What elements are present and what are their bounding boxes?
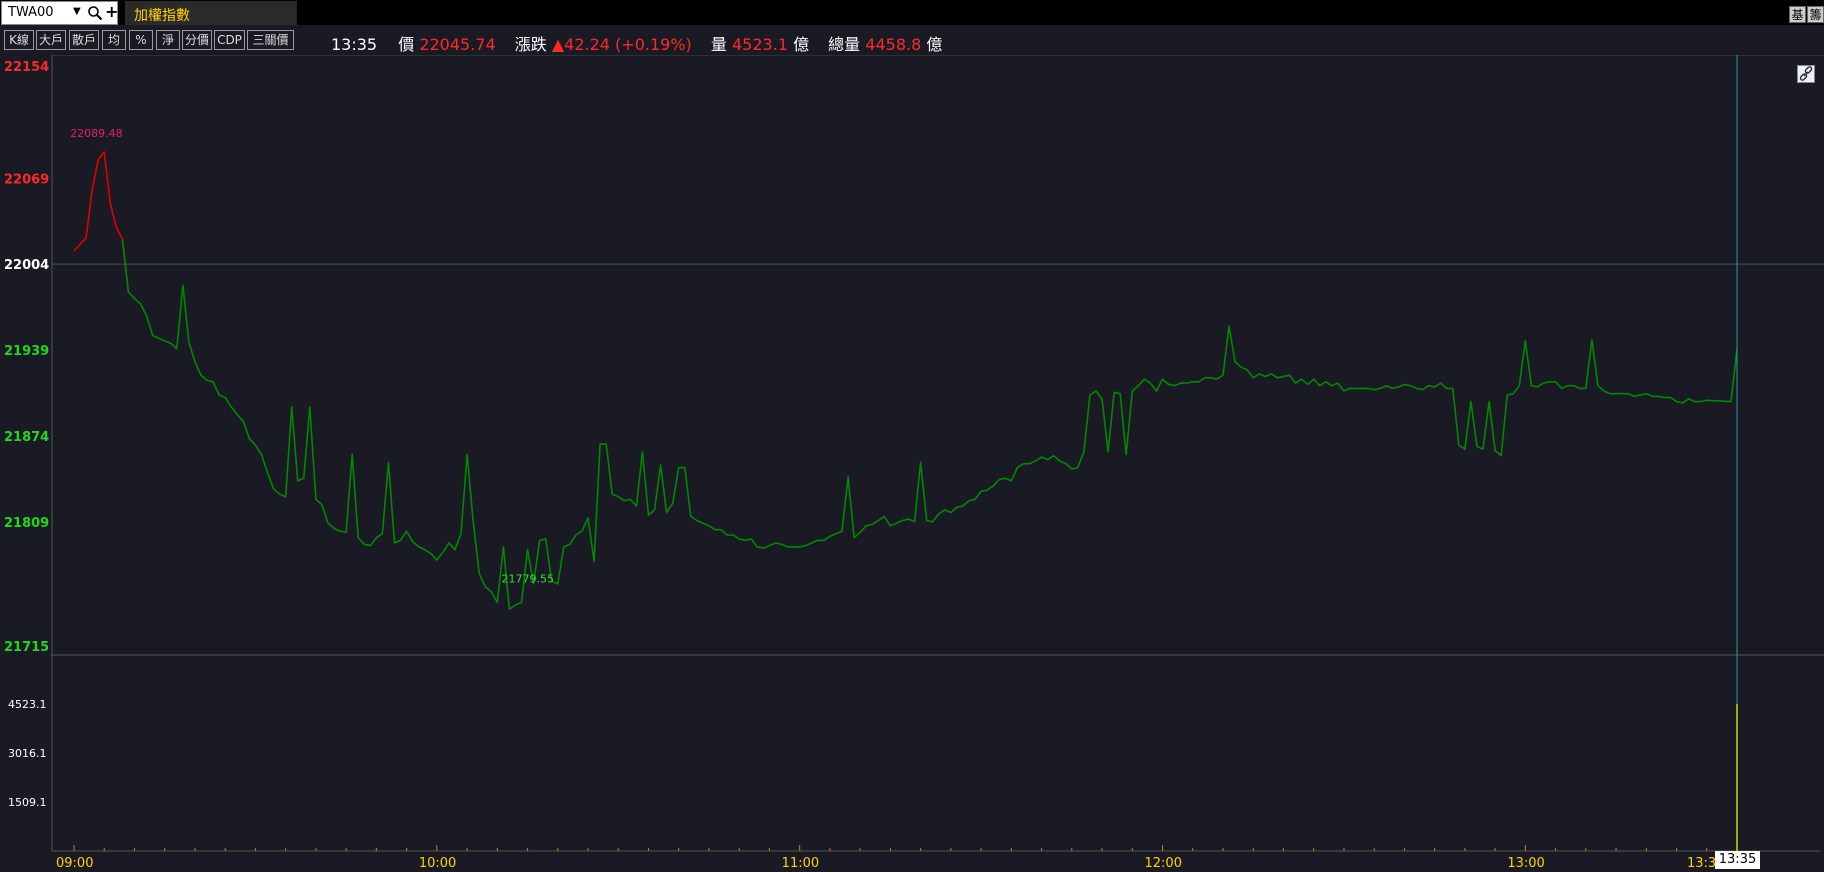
price-distribution-button[interactable]: 分價 bbox=[182, 30, 212, 50]
instrument-name: 加權指數 bbox=[125, 1, 297, 25]
total-volume-value: 4458.8 bbox=[865, 35, 922, 54]
price-tick-label: 21939 bbox=[4, 344, 49, 359]
quote-bar: 13:35 價 22045.74 漲跌 ▲42.24 (+0.19%) 量 45… bbox=[331, 31, 942, 55]
price-tick-label: 22069 bbox=[4, 172, 49, 187]
total-volume-label: 總量 bbox=[828, 35, 861, 54]
price-tick-label: 21809 bbox=[4, 516, 49, 531]
time-tick-label: 12:00 bbox=[1145, 856, 1182, 871]
volume-value: 4523.1 bbox=[731, 35, 788, 54]
kline-button[interactable]: K線 bbox=[4, 30, 34, 50]
volume-tick-label: 3016.1 bbox=[8, 747, 47, 760]
price-label: 價 bbox=[398, 35, 415, 54]
change-value: ▲42.24 (+0.19%) bbox=[551, 35, 692, 54]
cursor-time-label: 13:35 bbox=[1715, 851, 1760, 869]
three-levels-button[interactable]: 三關價 bbox=[247, 30, 294, 50]
symbol-input[interactable]: TWA00 ▼ + bbox=[1, 1, 118, 25]
price-tick-label: 22154 bbox=[4, 60, 49, 75]
price-tick-label: 21715 bbox=[4, 640, 49, 655]
low-label: 21779.55 bbox=[502, 573, 554, 586]
search-icon[interactable] bbox=[87, 5, 103, 21]
chart-canvas[interactable]: 22154 22069 22004 21939 21874 21809 21715 4523.… bbox=[0, 55, 1824, 872]
average-button[interactable]: 均 bbox=[102, 30, 126, 50]
time-tick-label: 13:00 bbox=[1507, 856, 1544, 871]
intraday-chart[interactable]: 22154 22069 22004 21939 21874 21809 21715 4523.… bbox=[0, 55, 1824, 872]
price-line bbox=[73, 151, 130, 292]
chart-toolbar: K線 大戶 散戶 均 % 淨 分價 CDP 三關價 13:35 價 22045.… bbox=[0, 25, 1824, 55]
chips-button[interactable]: 籌 bbox=[1807, 6, 1824, 23]
fundamentals-button[interactable]: 基 bbox=[1789, 6, 1806, 23]
cdp-button[interactable]: CDP bbox=[214, 30, 245, 50]
time-tick-label: 09:00 bbox=[56, 856, 93, 871]
chevron-down-icon[interactable]: ▼ bbox=[73, 6, 81, 17]
right-panel-buttons: 基籌 bbox=[1788, 4, 1824, 23]
percent-button[interactable]: % bbox=[129, 30, 153, 50]
total-volume-unit: 億 bbox=[926, 35, 943, 54]
price-value: 22045.74 bbox=[419, 35, 496, 54]
price-tick-label: 22004 bbox=[4, 258, 49, 273]
volume-unit: 億 bbox=[793, 35, 810, 54]
retail-button[interactable]: 散戶 bbox=[69, 30, 99, 50]
symbol-text: TWA00 bbox=[8, 5, 54, 20]
top-bar: TWA00 ▼ + 加權指數 基籌 bbox=[0, 0, 1824, 25]
time-tick-label: 11:00 bbox=[782, 856, 819, 871]
change-label: 漲跌 bbox=[514, 35, 547, 54]
price-tick-label: 21874 bbox=[4, 430, 49, 445]
volume-label: 量 bbox=[710, 35, 727, 54]
volume-tick-label: 1509.1 bbox=[8, 796, 47, 809]
instrument-name-text: 加權指數 bbox=[134, 8, 190, 24]
net-button[interactable]: 淨 bbox=[156, 30, 180, 50]
time-tick-label: 10:00 bbox=[419, 856, 456, 871]
link-icon[interactable] bbox=[1797, 65, 1815, 83]
volume-tick-label: 4523.1 bbox=[8, 698, 47, 711]
price-line bbox=[121, 239, 1738, 610]
add-icon[interactable]: + bbox=[105, 2, 118, 21]
quote-time: 13:35 bbox=[331, 35, 378, 54]
high-label: 22089.48 bbox=[70, 127, 123, 140]
big-holder-button[interactable]: 大戶 bbox=[36, 30, 66, 50]
